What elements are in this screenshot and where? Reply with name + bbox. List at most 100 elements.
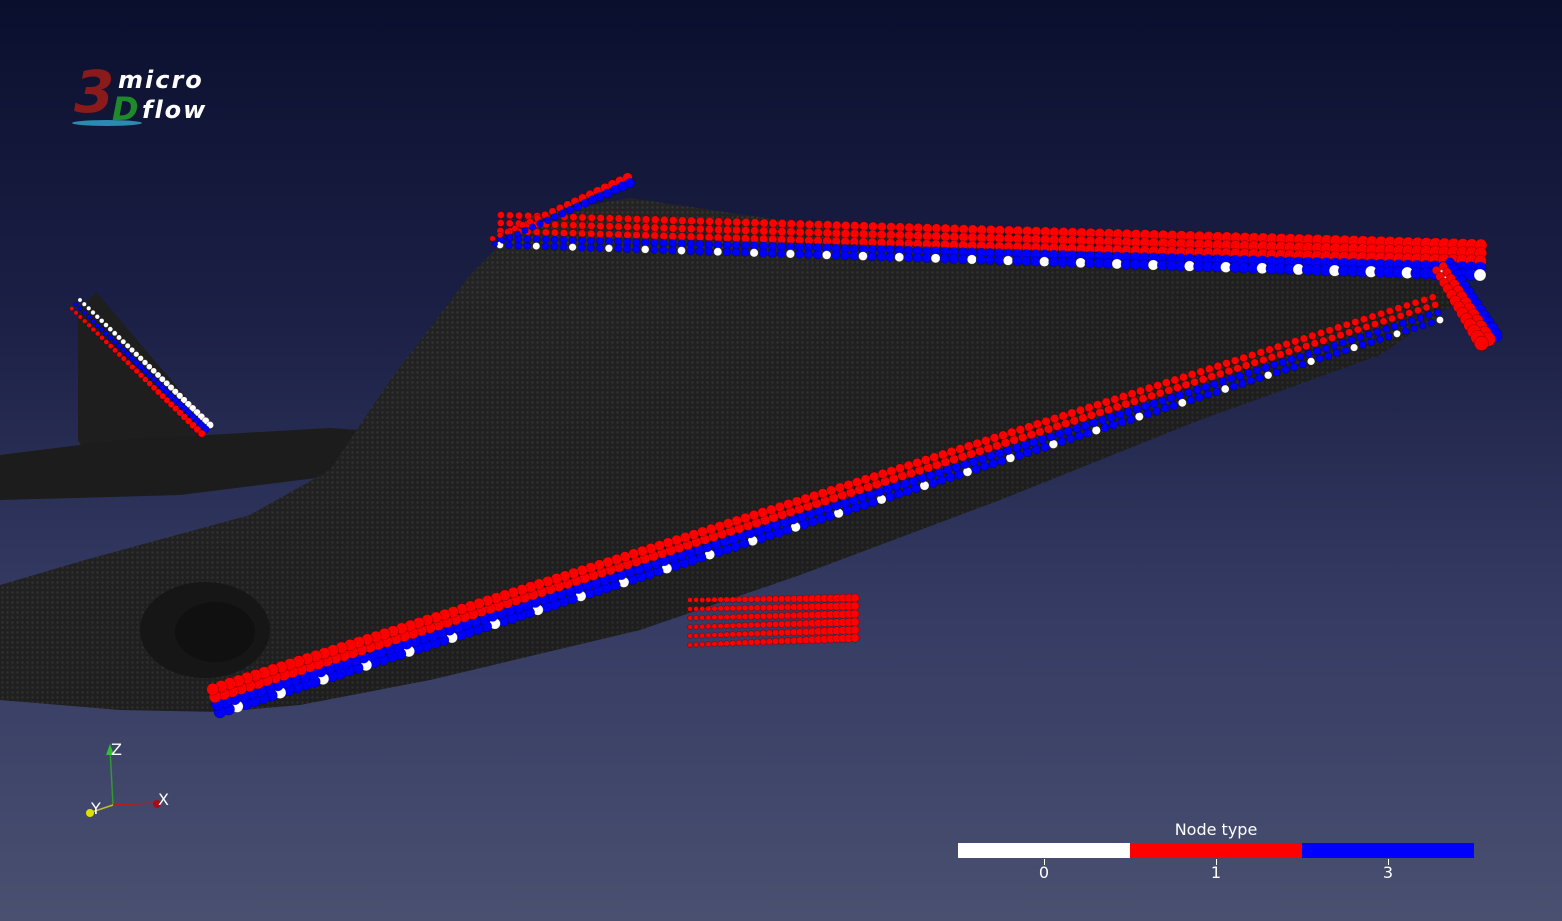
node-type-1-sphere [1230,356,1240,365]
node-type-1-sphere [747,639,755,646]
node-type-3-sphere [1246,376,1256,385]
node-type-1-sphere [112,347,118,354]
node-type-3-sphere [514,241,522,250]
node-type-1-sphere [858,229,869,239]
node-type-1-sphere [753,595,761,603]
node-type-1-sphere [895,463,905,474]
node-type-3-sphere [559,235,568,244]
node-type-3-sphere [994,255,1005,266]
node-type-1-sphere [1190,377,1199,387]
node-type-3-sphere [1332,349,1341,358]
node-type-1-sphere [786,227,796,237]
node-type-1-sphere [735,622,743,629]
node-type-1-sphere [783,499,794,510]
node-type-1-sphere [765,629,773,637]
node-type-3-sphere [577,236,586,245]
node-type-1-sphere [641,215,651,224]
node-type-1-sphere [768,218,778,228]
node-type-3-sphere [803,249,814,259]
node-type-1-sphere [1420,296,1428,304]
node-type-1-sphere [120,355,127,362]
node-type-3-sphere [1315,354,1324,363]
node-type-3-sphere [1203,390,1213,399]
node-type-1-sphere [677,224,687,233]
node-type-1-sphere [1144,383,1154,393]
node-type-1-sphere [541,228,550,237]
node-type-1-sphere [86,322,92,328]
node-type-3-sphere [1063,426,1073,436]
node-type-3-sphere [812,250,823,260]
node-type-1-sphere [1282,340,1291,349]
node-type-1-sphere [1069,416,1079,426]
node-type-1-sphere [972,438,983,449]
node-type-1-sphere [496,219,505,227]
node-type-3-sphere [82,310,88,316]
node-type-1-sphere [650,223,660,232]
node-type-3-sphere [794,249,804,259]
node-type-3-sphere [1238,379,1247,388]
node-type-1-sphere [614,214,624,223]
node-type-1-sphere [868,221,878,232]
node-type-0-sphere [107,326,114,332]
node-type-1-sphere [849,229,860,239]
node-type-3-sphere [1433,308,1442,317]
node-type-1-sphere [496,231,504,239]
node-type-1-sphere [750,226,760,236]
node-type-1-sphere [693,597,699,603]
node-type-0-sphere [568,243,577,252]
node-type-1-sphere [678,216,687,225]
node-type-1-sphere [723,631,730,638]
node-type-1-sphere [641,231,650,240]
node-type-1-sphere [699,597,706,603]
node-type-1-sphere [1104,405,1114,415]
node-type-3-sphere [1339,338,1347,347]
node-type-3-sphere [532,235,541,243]
node-type-1-sphere [771,595,780,603]
node-type-3-sphere [595,237,605,246]
node-type-0-sphere [1307,357,1316,366]
node-type-0-sphere [1003,255,1014,266]
node-type-1-sphere [729,604,737,612]
node-type-1-sphere [723,640,730,647]
node-type-1-sphere [1405,309,1414,317]
node-type-1-sphere [1248,350,1257,360]
node-type-1-sphere [711,596,718,603]
node-type-1-sphere [1239,353,1248,363]
node-type-3-sphere [506,233,514,241]
legend-color-bar [958,843,1474,858]
node-type-1-sphere [1032,419,1043,429]
node-type-1-sphere [77,314,83,320]
node-type-1-sphere [765,612,773,620]
node-type-0-sphere [111,330,118,337]
node-type-1-sphere [699,605,706,612]
node-type-1-sphere [1428,293,1437,302]
node-type-1-sphere [877,229,887,240]
node-type-3-sphere [668,239,677,248]
render-viewport[interactable] [0,0,1562,921]
node-type-1-sphere [753,630,761,638]
node-type-3-sphere [1373,327,1382,336]
logo-word-flow: flow [142,96,208,124]
node-type-3-sphere [1313,346,1322,356]
node-type-3-sphere [650,245,659,254]
node-type-1-sphere [741,604,749,612]
node-type-3-sphere [1141,401,1150,411]
node-type-1-sphere [795,219,805,229]
node-type-0-sphere [90,309,96,316]
node-type-1-sphere [735,596,743,603]
node-type-3-sphere [1066,257,1077,268]
node-type-1-sphere [1293,344,1302,353]
node-type-3-sphere [1427,318,1436,327]
node-type-1-sphere [605,230,614,239]
node-type-1-sphere [1198,375,1208,384]
node-type-3-sphere [1287,355,1296,364]
node-type-1-sphere [651,215,660,224]
node-type-3-sphere [740,248,750,257]
node-type-1-sphere [116,351,123,358]
node-type-1-sphere [705,632,712,639]
node-type-1-sphere [765,595,773,603]
node-type-1-sphere [73,310,79,316]
axes-triad [86,744,161,817]
node-type-3-sphere [1066,434,1076,444]
node-type-3-sphere [957,254,968,265]
